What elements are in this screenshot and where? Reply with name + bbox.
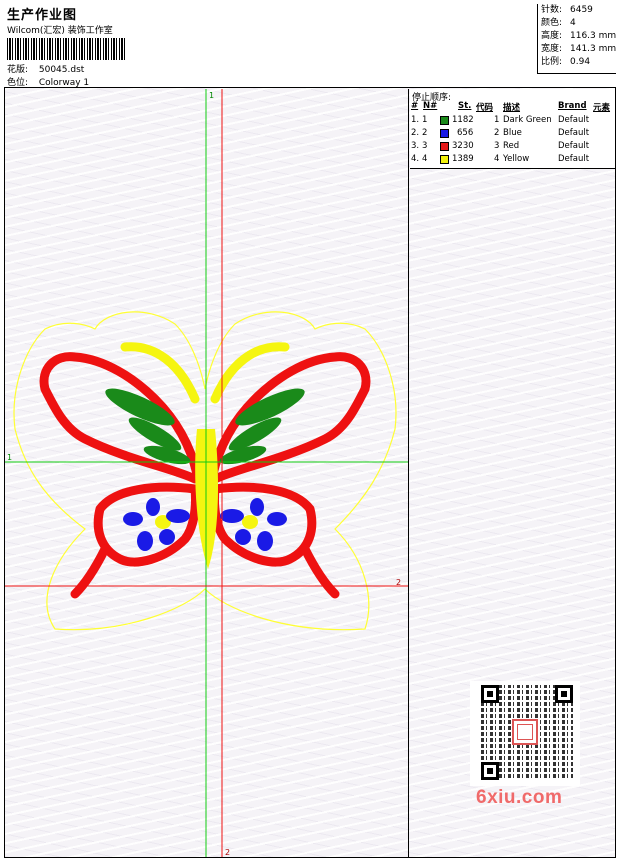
- qr-code: [470, 681, 580, 786]
- document-title: 生产作业图: [7, 8, 78, 23]
- butterfly-design: 1 1 2 2: [5, 89, 408, 857]
- design-value: 50045.dst: [38, 65, 85, 75]
- stat-height: 高度: 116.3 mm: [541, 31, 617, 41]
- stat-scale: 比例: 0.94: [541, 57, 591, 67]
- seal-icon: [512, 719, 538, 745]
- table-row: 4. 4 1389 4 Yellow Default: [411, 154, 590, 164]
- color-swatch: [440, 142, 449, 151]
- axis-label-green-top: 1: [209, 91, 214, 100]
- col-needle: N#: [423, 101, 438, 111]
- design-label: 花版:: [7, 65, 29, 75]
- stat-stitches: 针数: 6459: [541, 5, 593, 15]
- table-row: 2. 2 656 2 Blue Default: [411, 128, 590, 138]
- header: 生产作业图 Wilcom(汇宏) 装饰工作室 花版: 50045.dst 色位:…: [4, 4, 616, 88]
- color-swatch: [440, 116, 449, 125]
- stop-sequence-panel: 停止顺序: # N# St. 代码 描述 Brand 元素 1. 1 1182 …: [410, 89, 615, 169]
- col-index: #: [411, 101, 419, 111]
- col-description: 描述: [503, 103, 521, 113]
- watermark-text: 6xiu.com: [476, 787, 563, 808]
- colorway-value: Colorway 1: [38, 78, 90, 88]
- stats-box: 针数: 6459 颜色: 4 高度: 116.3 mm 宽度: 141.3 mm 比例:…: [537, 4, 616, 74]
- col-brand: Brand: [558, 101, 587, 111]
- color-swatch: [440, 155, 449, 164]
- color-swatch: [440, 129, 449, 138]
- axis-label-red-bottom: 2: [225, 848, 230, 857]
- col-element: 元素: [593, 103, 611, 113]
- design-row: 花版: 50045.dst: [7, 62, 84, 75]
- barcode: [7, 38, 125, 60]
- axis-label-green-left: 1: [7, 453, 12, 462]
- axis-label-red-right: 2: [396, 578, 401, 587]
- colorway-row: 色位: Colorway 1: [7, 75, 89, 88]
- stat-colors: 颜色: 4: [541, 18, 576, 28]
- company-name: Wilcom(汇宏) 装饰工作室: [7, 26, 113, 36]
- col-stitches: St.: [458, 101, 472, 111]
- colorway-label: 色位:: [7, 78, 29, 88]
- table-row: 3. 3 3230 3 Red Default: [411, 141, 590, 151]
- table-row: 1. 1 1182 1 Dark Green Default: [411, 115, 590, 125]
- stop-sequence-header: # N# St. 代码 描述 Brand 元素: [410, 101, 615, 113]
- col-code: 代码: [476, 103, 494, 113]
- stat-width: 宽度: 141.3 mm: [541, 44, 617, 54]
- design-canvas: 1 1 2 2: [5, 89, 409, 857]
